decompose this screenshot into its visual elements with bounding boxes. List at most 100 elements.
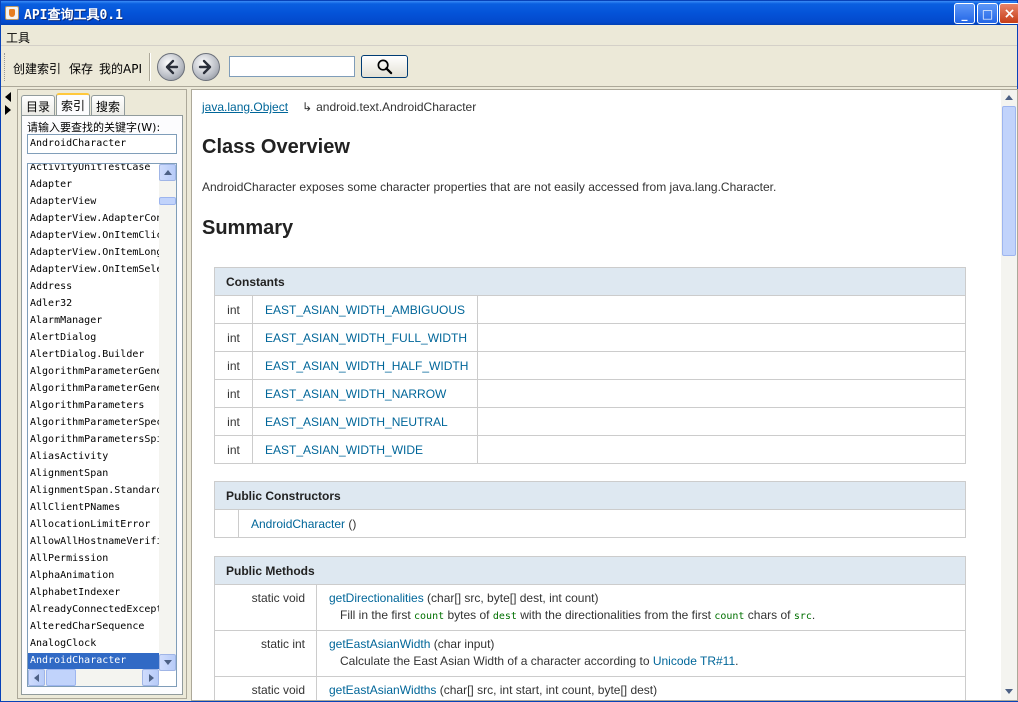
table-row: static int getEastAsianWidth (char input…: [214, 630, 966, 677]
table-row: static void getEastAsianWidths (char[] s…: [214, 676, 966, 700]
list-item[interactable]: ActivityUnitTestCase: [28, 164, 159, 177]
doc-scroll-up-button[interactable]: [1002, 91, 1016, 105]
constant-link[interactable]: EAST_ASIAN_WIDTH_HALF_WIDTH: [252, 351, 478, 380]
constant-link[interactable]: EAST_ASIAN_WIDTH_WIDE: [252, 435, 478, 464]
search-input[interactable]: [229, 56, 355, 77]
method-params: (char input): [430, 637, 495, 651]
doc-scroll-thumb[interactable]: [1002, 106, 1016, 256]
list-item[interactable]: AliasActivity: [28, 449, 159, 466]
constants-table: Constants int EAST_ASIAN_WIDTH_AMBIGUOUS i…: [214, 267, 966, 464]
list-vertical-scrollbar[interactable]: [159, 164, 176, 671]
tab-search[interactable]: 搜索: [91, 95, 126, 115]
list-item[interactable]: AlgorithmParametersSpi: [28, 432, 159, 449]
scroll-thumb[interactable]: [159, 197, 176, 205]
list-item[interactable]: AlertDialog: [28, 330, 159, 347]
list-item[interactable]: AlphabetIndexer: [28, 585, 159, 602]
methods-header: Public Methods: [214, 556, 966, 585]
toolbar: 创建索引 保存 我的API: [1, 47, 1017, 87]
breadcrumb: java.lang.Object ↳ android.text.AndroidCha…: [202, 100, 476, 114]
constant-link[interactable]: EAST_ASIAN_WIDTH_FULL_WIDTH: [252, 323, 478, 352]
scroll-up-button[interactable]: [159, 164, 176, 181]
list-item[interactable]: Adler32: [28, 296, 159, 313]
save-button[interactable]: 保存: [69, 60, 93, 77]
table-row: AndroidCharacter (): [214, 509, 966, 538]
list-item[interactable]: AdapterView.OnItemSelectedListener: [28, 262, 159, 279]
table-row: static void getDirectionalities (char[] …: [214, 584, 966, 631]
window-title: API查询工具0.1: [24, 7, 123, 23]
class-list[interactable]: ActivityUnitTestCase Adapter AdapterView Ad…: [27, 163, 177, 687]
list-item[interactable]: AlteredCharSequence: [28, 619, 159, 636]
document-vertical-scrollbar[interactable]: [1001, 90, 1017, 700]
app-window: API查询工具0.1 _ □ × 工具 创建索引 保存 我的API 目录 索引 …: [0, 0, 1018, 702]
back-button[interactable]: [157, 53, 185, 81]
constructor-params: (): [345, 516, 357, 531]
list-item[interactable]: AlignmentSpan: [28, 466, 159, 483]
doc-scroll-down-button[interactable]: [1002, 685, 1016, 699]
list-item[interactable]: AnalogClock: [28, 636, 159, 653]
list-item[interactable]: AllocationLimitError: [28, 517, 159, 534]
constant-link[interactable]: EAST_ASIAN_WIDTH_AMBIGUOUS: [252, 295, 478, 324]
constant-type: int: [214, 295, 253, 324]
table-row: int EAST_ASIAN_WIDTH_NEUTRAL: [214, 407, 966, 436]
scroll-left-button[interactable]: [28, 669, 45, 686]
method-link[interactable]: getEastAsianWidth: [329, 637, 430, 651]
list-item[interactable]: AdapterView.AdapterContextMenuInfo: [28, 211, 159, 228]
class-list-items: ActivityUnitTestCase Adapter AdapterView Ad…: [28, 164, 159, 670]
menu-tools[interactable]: 工具: [6, 29, 30, 46]
list-item[interactable]: AdapterView: [28, 194, 159, 211]
toolbar-grip[interactable]: [4, 53, 7, 81]
expand-right-icon[interactable]: [5, 105, 11, 115]
unicode-tr11-link[interactable]: Unicode TR#11: [653, 654, 735, 668]
minimize-button[interactable]: _: [954, 3, 975, 24]
tab-index[interactable]: 索引: [56, 93, 91, 115]
list-horizontal-scrollbar[interactable]: [28, 669, 159, 686]
arrow-left-icon: [165, 59, 179, 75]
list-item[interactable]: AlgorithmParameterGeneratorSpi: [28, 381, 159, 398]
list-item[interactable]: AlreadyConnectedException: [28, 602, 159, 619]
list-item[interactable]: AllPermission: [28, 551, 159, 568]
constant-link[interactable]: EAST_ASIAN_WIDTH_NARROW: [252, 379, 478, 408]
list-item[interactable]: AlignmentSpan.Standard: [28, 483, 159, 500]
list-item[interactable]: AllClientPNames: [28, 500, 159, 517]
close-button[interactable]: ×: [999, 3, 1018, 24]
sidebar: 目录 索引 搜索 请输入要查找的关键字(W): AndroidCharacter…: [17, 89, 187, 699]
list-item[interactable]: AdapterView.OnItemClickListener: [28, 228, 159, 245]
forward-button[interactable]: [192, 53, 220, 81]
list-item[interactable]: Address: [28, 279, 159, 296]
search-button[interactable]: [361, 55, 408, 78]
arrow-right-icon: [198, 59, 212, 75]
scroll-down-button[interactable]: [159, 654, 176, 671]
list-item[interactable]: AlgorithmParameterGenerator: [28, 364, 159, 381]
list-item[interactable]: Adapter: [28, 177, 159, 194]
keyword-input[interactable]: AndroidCharacter: [27, 134, 177, 154]
constructors-table: Public Constructors AndroidCharacter (): [214, 481, 966, 538]
method-link[interactable]: getDirectionalities: [329, 591, 424, 605]
maximize-button[interactable]: □: [977, 3, 998, 24]
breadcrumb-current: android.text.AndroidCharacter: [316, 100, 477, 114]
list-item[interactable]: AlarmManager: [28, 313, 159, 330]
inherit-arrow-icon: ↳: [302, 100, 313, 114]
list-item[interactable]: AndroidCharacter: [28, 653, 159, 670]
breadcrumb-parent-link[interactable]: java.lang.Object: [202, 100, 288, 114]
tab-contents[interactable]: 目录: [21, 95, 56, 115]
list-item[interactable]: AdapterView.OnItemLongClickListener: [28, 245, 159, 262]
constructors-header: Public Constructors: [214, 481, 966, 510]
constant-link[interactable]: EAST_ASIAN_WIDTH_NEUTRAL: [252, 407, 478, 436]
list-item[interactable]: AlertDialog.Builder: [28, 347, 159, 364]
method-return-type: static void: [214, 584, 317, 631]
scroll-right-button[interactable]: [142, 669, 159, 686]
collapse-left-icon[interactable]: [5, 92, 11, 102]
list-item[interactable]: AllowAllHostnameVerifier: [28, 534, 159, 551]
my-api-button[interactable]: 我的API: [99, 60, 142, 77]
method-params: (char[] src, int start, int count, byte[…: [436, 683, 658, 697]
horizontal-scroll-thumb[interactable]: [46, 669, 76, 686]
index-panel: 请输入要查找的关键字(W): AndroidCharacter Activity…: [21, 115, 183, 695]
build-index-button[interactable]: 创建索引: [13, 60, 61, 77]
list-item[interactable]: AlgorithmParameters: [28, 398, 159, 415]
title-bar[interactable]: API查询工具0.1 _ □ ×: [1, 1, 1018, 25]
constructor-link[interactable]: AndroidCharacter: [251, 517, 345, 531]
list-item[interactable]: AlphaAnimation: [28, 568, 159, 585]
method-link[interactable]: getEastAsianWidths: [329, 683, 436, 697]
list-item[interactable]: AlgorithmParameterSpec: [28, 415, 159, 432]
constant-type: int: [214, 379, 253, 408]
